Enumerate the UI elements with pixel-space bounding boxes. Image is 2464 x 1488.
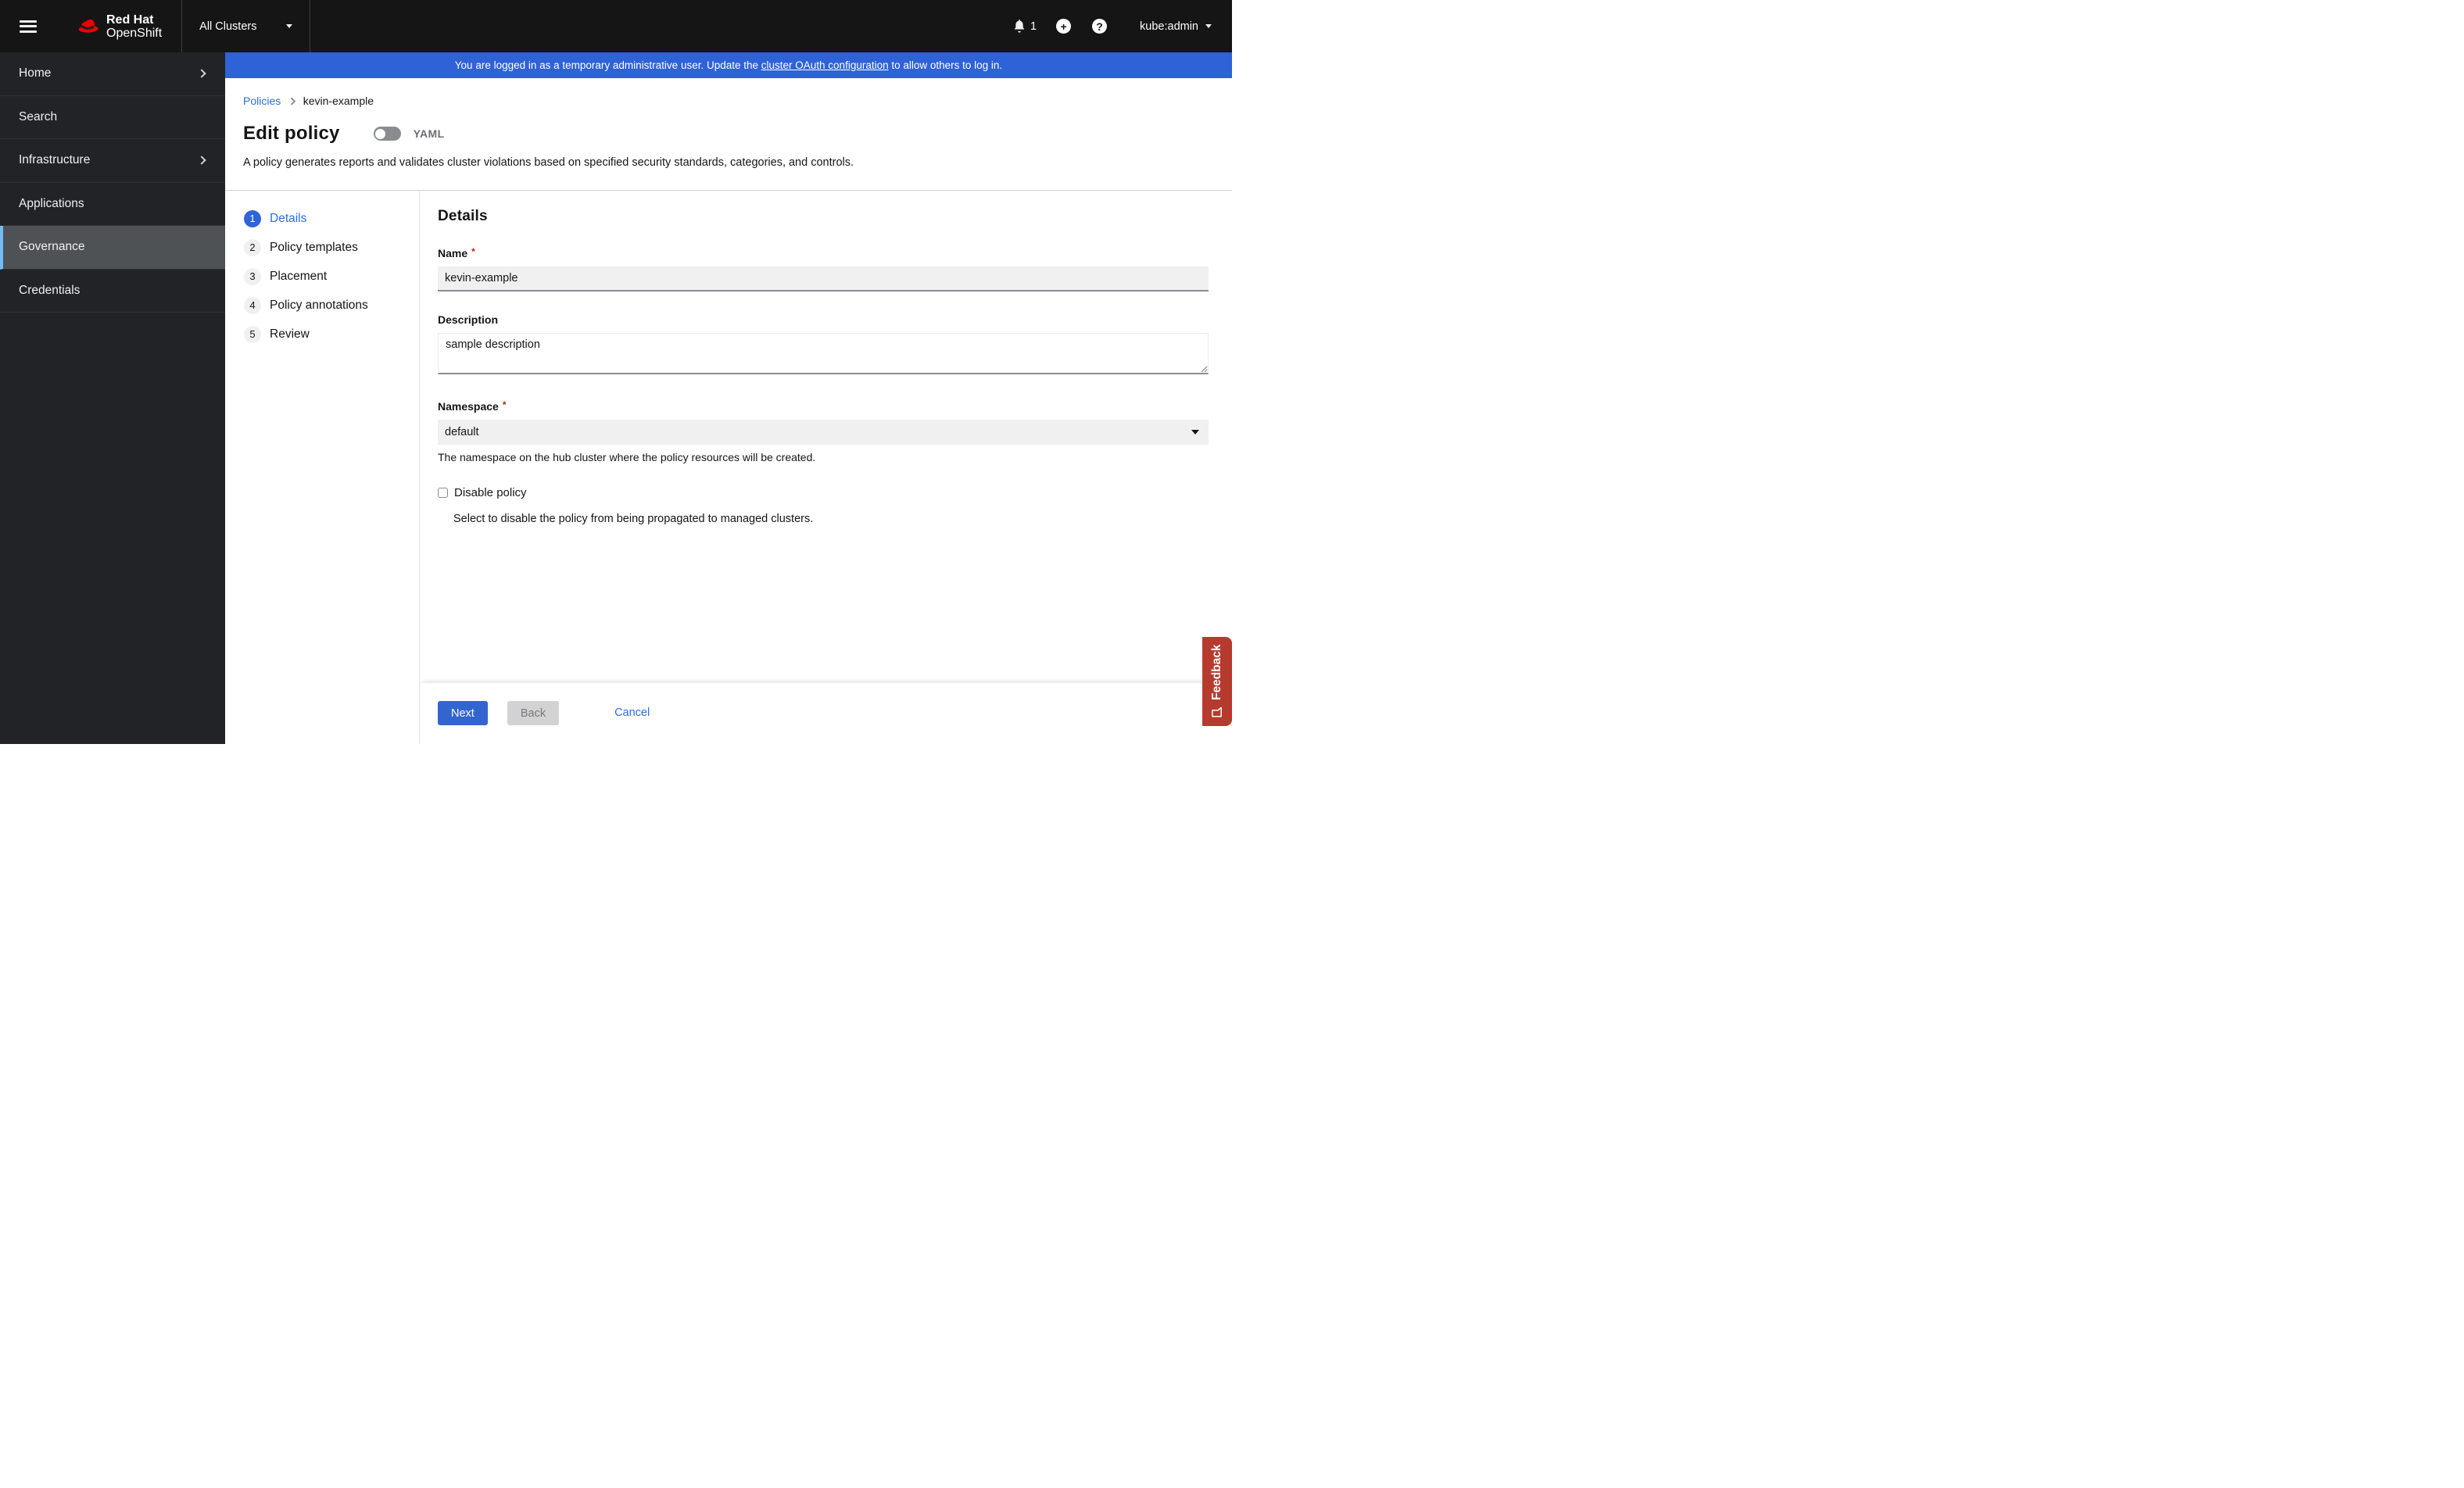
- next-button[interactable]: Next: [438, 701, 488, 725]
- sidebar-item-infrastructure[interactable]: Infrastructure: [0, 139, 225, 183]
- masthead: Red Hat OpenShift All Clusters 1 + ? kub…: [0, 0, 1232, 52]
- sidebar-item-label: Search: [19, 109, 58, 123]
- brand-name-line2: OpenShift: [106, 26, 163, 40]
- required-asterisk: *: [471, 246, 475, 257]
- login-warning-banner: You are logged in as a temporary adminis…: [225, 52, 1232, 78]
- username: kube:admin: [1140, 20, 1198, 33]
- cluster-oauth-configuration-link[interactable]: cluster OAuth configuration: [761, 59, 889, 71]
- disable-policy-checkbox[interactable]: [438, 488, 448, 498]
- feedback-bubble-icon: [1212, 706, 1223, 718]
- step-number-circle: 3: [244, 267, 261, 285]
- user-menu[interactable]: kube:admin: [1140, 20, 1212, 33]
- nav-toggle-hamburger-icon[interactable]: [20, 20, 37, 33]
- wizard-step-review[interactable]: 5 Review: [244, 320, 419, 349]
- disable-policy-helper-text: Select to disable the policy from being …: [453, 513, 814, 525]
- banner-text: You are logged in as a temporary adminis…: [454, 59, 761, 71]
- sidebar-item-applications[interactable]: Applications: [0, 183, 225, 226]
- sidebar-item-label: Credentials: [19, 283, 81, 297]
- description-textarea[interactable]: sample description: [438, 333, 1209, 374]
- step-label: Placement: [270, 269, 328, 283]
- step-number-circle: 2: [244, 238, 261, 256]
- details-form: Details Name * Description sample descri…: [420, 191, 1232, 682]
- sidebar-nav: Home Search Infrastructure Applications …: [0, 52, 225, 744]
- sidebar-item-label: Home: [19, 66, 52, 80]
- namespace-select-value: default: [445, 426, 479, 438]
- sidebar-item-governance[interactable]: Governance: [0, 226, 225, 270]
- cluster-selector-dropdown[interactable]: All Clusters: [182, 0, 310, 52]
- sidebar-item-search[interactable]: Search: [0, 96, 225, 139]
- feedback-label: Feedback: [1210, 644, 1223, 701]
- chevron-right-icon: [197, 69, 206, 78]
- sidebar-item-label: Infrastructure: [19, 153, 91, 167]
- app-window: Red Hat OpenShift All Clusters 1 + ? kub…: [0, 0, 1232, 744]
- sidebar-item-home[interactable]: Home: [0, 52, 225, 96]
- step-label: Details: [270, 211, 307, 225]
- name-input[interactable]: [438, 266, 1209, 292]
- wizard-step-nav: 1 Details 2 Policy templates 3 Placement…: [225, 191, 420, 744]
- step-number-circle: 1: [244, 209, 261, 227]
- step-label: Review: [270, 327, 310, 341]
- wizard-step-placement[interactable]: 3 Placement: [244, 262, 419, 291]
- sidebar-item-credentials[interactable]: Credentials: [0, 270, 225, 313]
- step-label: Policy templates: [270, 240, 358, 254]
- page-header: Policies kevin-example Edit policy YAML …: [225, 78, 1232, 169]
- back-button[interactable]: Back: [507, 701, 560, 725]
- namespace-select[interactable]: default: [438, 420, 1209, 445]
- chevron-down-icon: [286, 24, 293, 28]
- page-description: A policy generates reports and validates…: [243, 156, 854, 169]
- section-title: Details: [438, 208, 488, 224]
- chevron-right-icon: [197, 156, 206, 165]
- notification-count-badge: 1: [1030, 20, 1037, 33]
- name-field-label: Name: [438, 247, 468, 259]
- wizard-footer: Next Back Cancel: [420, 682, 1232, 744]
- breadcrumb: Policies kevin-example: [243, 95, 1213, 107]
- chevron-down-icon: [1191, 430, 1199, 435]
- namespace-field-label: Namespace: [438, 400, 499, 413]
- help-question-circle-icon[interactable]: ?: [1092, 19, 1108, 34]
- brand-name-line1: Red Hat: [106, 13, 154, 27]
- wizard-step-policy-annotations[interactable]: 4 Policy annotations: [244, 291, 419, 320]
- chevron-down-icon: [1205, 24, 1212, 28]
- banner-text: to allow others to log in.: [888, 59, 1003, 71]
- step-label: Policy annotations: [270, 298, 368, 312]
- sidebar-item-label: Governance: [19, 240, 85, 254]
- namespace-helper-text: The namespace on the hub cluster where t…: [438, 451, 816, 463]
- feedback-tab[interactable]: Feedback: [1202, 637, 1232, 726]
- chevron-right-icon: [288, 97, 296, 106]
- description-field-label: Description: [438, 313, 499, 326]
- required-asterisk: *: [502, 399, 507, 410]
- brand-logo: Red Hat OpenShift: [72, 13, 162, 40]
- redhat-fedora-icon: [72, 16, 100, 37]
- notifications-bell-icon[interactable]: [1012, 19, 1026, 34]
- step-number-circle: 4: [244, 296, 261, 314]
- breadcrumb-policies-link[interactable]: Policies: [243, 95, 281, 107]
- sidebar-item-label: Applications: [19, 196, 84, 210]
- page-title: Edit policy: [243, 123, 340, 144]
- app-launcher-grid-icon[interactable]: [978, 20, 991, 33]
- wizard-step-details[interactable]: 1 Details: [244, 204, 419, 233]
- yaml-toggle-label: YAML: [413, 127, 445, 140]
- toggle-knob: [375, 128, 386, 139]
- step-number-circle: 5: [244, 325, 261, 343]
- yaml-toggle[interactable]: [373, 127, 401, 141]
- cluster-selector-value: All Clusters: [199, 20, 257, 33]
- wizard-step-policy-templates[interactable]: 2 Policy templates: [244, 233, 419, 262]
- cancel-button[interactable]: Cancel: [614, 701, 650, 725]
- add-plus-circle-icon[interactable]: +: [1056, 19, 1072, 34]
- disable-policy-label: Disable policy: [454, 486, 527, 499]
- breadcrumb-current: kevin-example: [303, 95, 374, 107]
